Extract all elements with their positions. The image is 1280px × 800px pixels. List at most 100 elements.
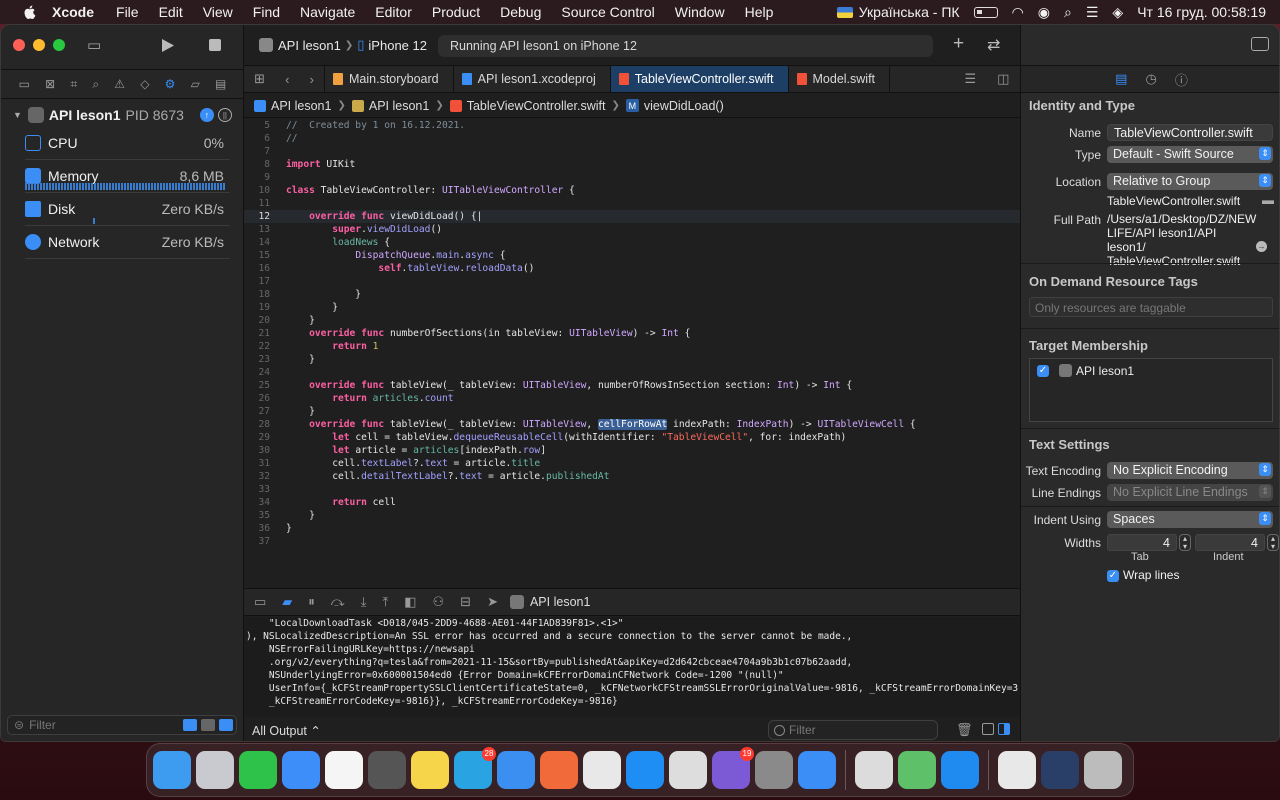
menu-find[interactable]: Find [253, 4, 280, 20]
simulate-location-icon[interactable]: ➤ [487, 594, 498, 610]
line-number[interactable]: 33 [244, 483, 278, 496]
line-number[interactable]: 23 [244, 353, 278, 366]
launchpad-icon[interactable] [196, 751, 234, 789]
line-number[interactable]: 27 [244, 405, 278, 418]
line-number[interactable]: 5 [244, 119, 278, 132]
menu-edit[interactable]: Edit [159, 4, 183, 20]
maps-icon[interactable] [898, 751, 936, 789]
calculator-icon[interactable] [368, 751, 406, 789]
line-number[interactable]: 29 [244, 431, 278, 444]
finder-icon[interactable] [153, 751, 191, 789]
show-variables-icon[interactable] [982, 723, 994, 735]
indent-width-field[interactable]: 4 [1195, 534, 1265, 551]
input-source-menu[interactable]: Українська - ПК [836, 4, 960, 20]
line-number[interactable]: 8 [244, 158, 278, 171]
line-number[interactable]: 34 [244, 496, 278, 509]
jump-group[interactable]: API leson1 [369, 99, 429, 113]
environment-overrides-icon[interactable]: ⊟ [460, 594, 471, 610]
line-number[interactable]: 13 [244, 223, 278, 236]
stop-icon[interactable] [209, 39, 221, 51]
history-inspector-icon[interactable]: ◷ [1145, 71, 1156, 87]
menu-navigate[interactable]: Navigate [300, 4, 355, 20]
menu-product[interactable]: Product [432, 4, 480, 20]
line-number[interactable]: 37 [244, 535, 278, 548]
line-number[interactable]: 6 [244, 132, 278, 145]
clear-console-icon[interactable]: 🗑 [956, 722, 973, 738]
process-info-icon[interactable]: ↑ [199, 108, 214, 122]
process-row[interactable]: ▼ API leson1 PID 8673 ↑ || [1, 103, 244, 127]
menu-source-control[interactable]: Source Control [561, 4, 654, 20]
line-number[interactable]: 16 [244, 262, 278, 275]
run-icon[interactable] [161, 38, 175, 53]
test-navigator-icon[interactable]: ◇ [140, 77, 149, 91]
app-store-icon[interactable] [626, 751, 664, 789]
line-number[interactable]: 22 [244, 340, 278, 353]
line-number[interactable]: 25 [244, 379, 278, 392]
breakpoint-navigator-icon[interactable]: ▱ [191, 77, 200, 91]
trash-icon[interactable] [1084, 751, 1122, 789]
line-number[interactable]: 10 [244, 184, 278, 197]
jump-symbol[interactable]: viewDidLoad() [644, 99, 724, 113]
wrap-lines-checkbox[interactable]: ✓ [1107, 570, 1119, 582]
menu-file[interactable]: File [116, 4, 139, 20]
step-over-icon[interactable]: ⤼ [331, 594, 345, 610]
line-number[interactable]: 30 [244, 444, 278, 457]
mail-icon[interactable] [282, 751, 320, 789]
battery-icon[interactable] [973, 6, 998, 18]
menu-view[interactable]: View [203, 4, 233, 20]
type-popup[interactable]: Default - Swift Source [1107, 146, 1273, 163]
menu-app[interactable]: Xcode [52, 4, 94, 20]
tab-width-stepper[interactable]: ▴ ▾ [1179, 534, 1191, 551]
line-number[interactable]: 20 [244, 314, 278, 327]
debug-target[interactable]: API leson1 [509, 595, 590, 609]
preview-icon[interactable] [855, 751, 893, 789]
gauge-network[interactable]: Network Zero KB/s [25, 226, 230, 259]
jump-file[interactable]: TableViewController.swift [467, 99, 606, 113]
step-out-icon[interactable]: ⤒ [382, 594, 388, 610]
line-number[interactable]: 26 [244, 392, 278, 405]
target-checkbox[interactable]: ✓ [1037, 365, 1049, 377]
downloads-stack-icon[interactable] [998, 751, 1036, 789]
disclosure-chevron-icon[interactable]: ▼ [13, 110, 22, 120]
issue-navigator-icon[interactable]: ⚠ [114, 77, 125, 91]
close-window-button[interactable] [13, 39, 25, 51]
menu-editor[interactable]: Editor [375, 4, 412, 20]
reveal-in-finder-icon[interactable]: → [1256, 241, 1267, 252]
line-number[interactable]: 36 [244, 522, 278, 535]
source-editor[interactable]: 5 // Created by 1 on 16.12.2021. 6 // 7 8 impo… [244, 119, 1020, 587]
notes-icon[interactable] [411, 751, 449, 789]
menu-window[interactable]: Window [675, 4, 725, 20]
forward-icon[interactable]: › [310, 72, 314, 87]
line-number[interactable]: 14 [244, 236, 278, 249]
filter-option-icon[interactable] [219, 719, 233, 731]
hide-debug-area-icon[interactable]: ▭ [254, 594, 266, 610]
scheme-selector[interactable]: API leson1 ❯ ▯ iPhone 12 [259, 37, 427, 53]
inspector-toggle-icon[interactable] [1251, 37, 1269, 51]
view-hierarchy-icon[interactable]: ◧ [404, 594, 416, 610]
swift-playgrounds-icon[interactable] [540, 751, 578, 789]
spotlight-icon[interactable]: ⌕ [1064, 4, 1072, 21]
back-icon[interactable]: ‹ [285, 72, 289, 87]
screenshots-stack-icon[interactable] [1041, 751, 1079, 789]
telegram-icon[interactable]: 28 [454, 747, 496, 789]
apple-icon[interactable] [22, 4, 38, 20]
chrome-icon[interactable] [583, 751, 621, 789]
pause-icon[interactable]: ⏸ [308, 594, 315, 610]
system-preferences-icon[interactable] [755, 751, 793, 789]
line-number[interactable]: 12 [244, 210, 278, 223]
instruments-icon[interactable] [798, 751, 836, 789]
line-number[interactable]: 15 [244, 249, 278, 262]
folder-icon[interactable]: ▭ [19, 77, 30, 91]
line-number[interactable]: 21 [244, 327, 278, 340]
facetime-icon[interactable] [239, 751, 277, 789]
simulator-icon[interactable] [669, 751, 707, 789]
control-center-icon[interactable]: ☰ [1086, 4, 1099, 21]
xcode-icon[interactable] [941, 751, 979, 789]
wifi-icon[interactable]: ◠ [1012, 4, 1024, 21]
location-popup[interactable]: Relative to Group [1107, 173, 1273, 190]
tab-model-swift[interactable]: Model.swift [787, 66, 890, 92]
minimize-window-button[interactable] [33, 39, 45, 51]
source-control-icon[interactable]: ⊠ [45, 77, 55, 91]
code-review-icon[interactable]: ⇄ [987, 35, 1000, 55]
navigator-filter-field[interactable]: ⊜ Filter [7, 715, 237, 735]
